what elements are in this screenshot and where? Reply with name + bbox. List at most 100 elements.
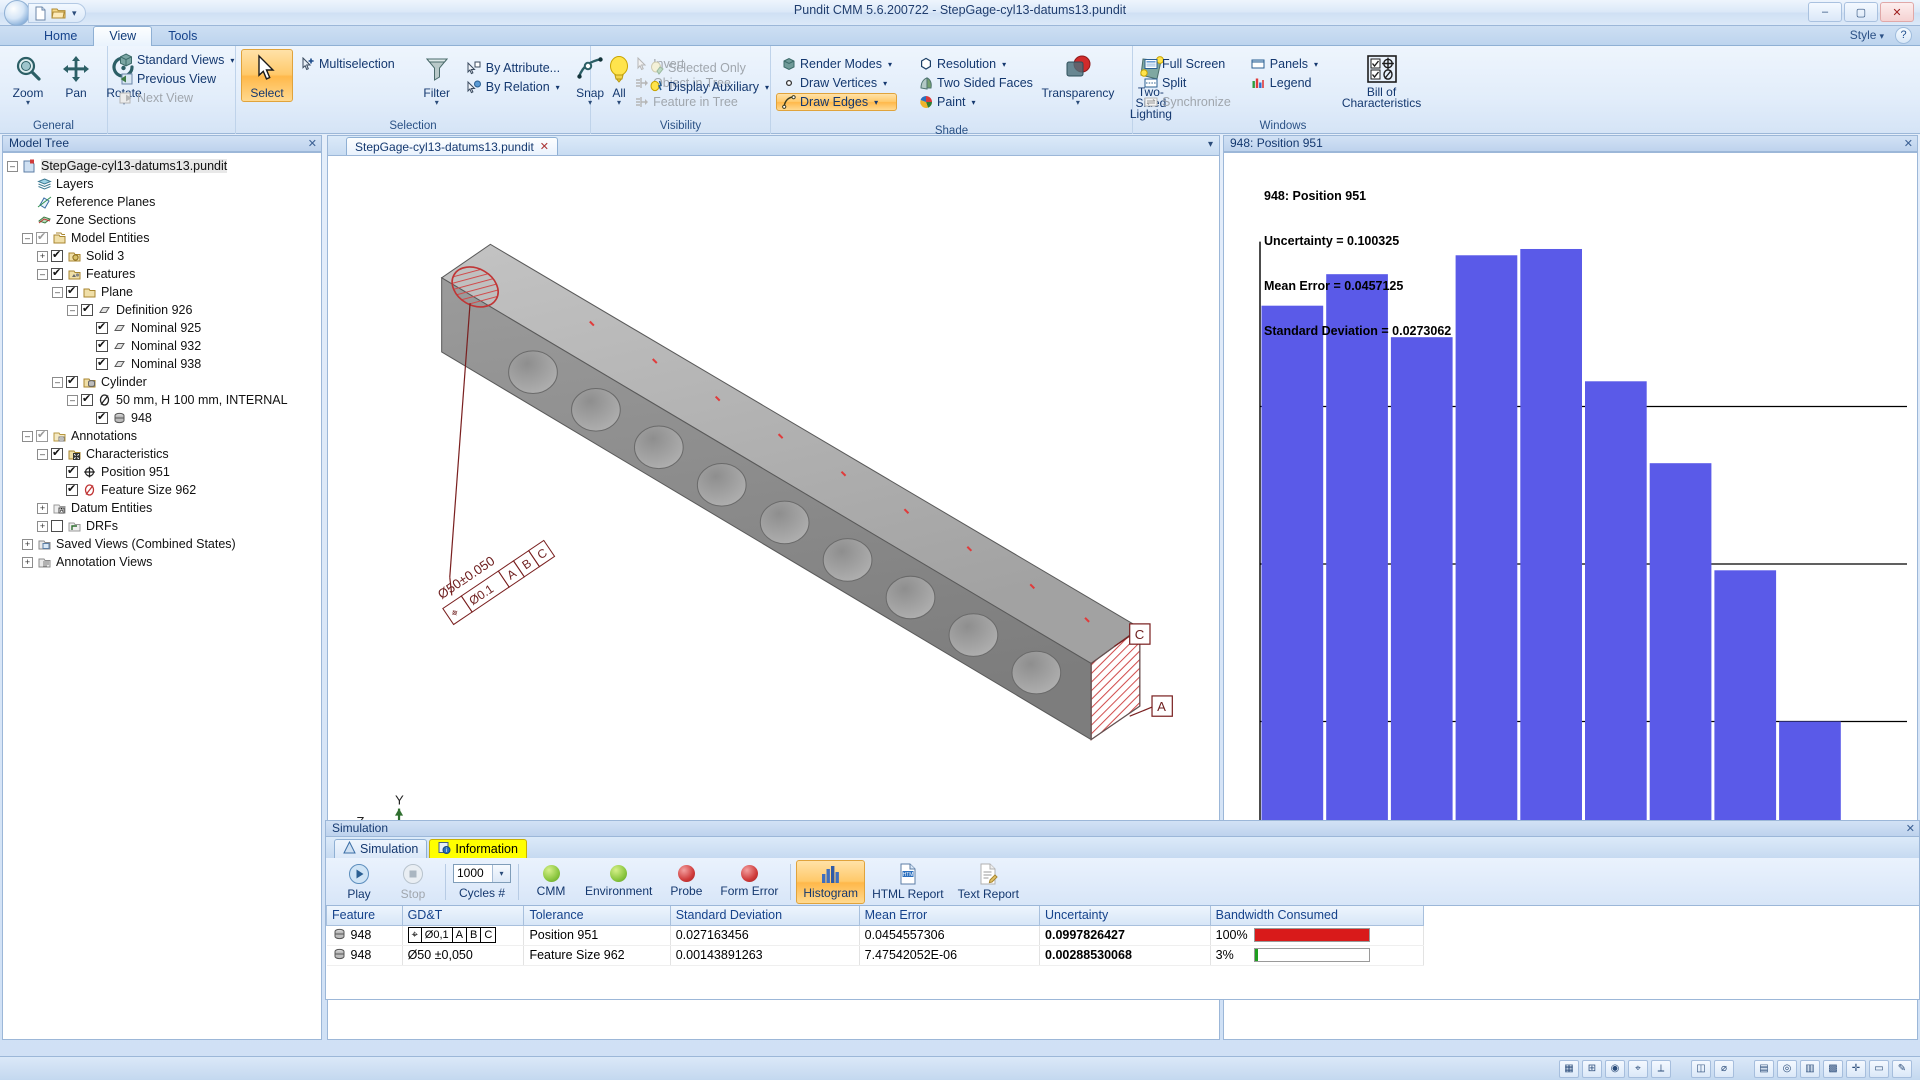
text-report-button[interactable]: Text Report [951, 860, 1026, 904]
globe-icon[interactable]: ◉ [1605, 1059, 1625, 1078]
close-icon[interactable]: ✕ [308, 137, 317, 152]
collapse-toggle-icon[interactable]: – [52, 376, 63, 388]
results-table-container[interactable]: Feature GD&T Tolerance Standard Deviatio… [325, 906, 1920, 1000]
full-screen-button[interactable]: Full Screen [1138, 55, 1236, 73]
display-auxiliary-button[interactable]: Display Auxiliary ▾ [644, 78, 774, 96]
col-tolerance[interactable]: Tolerance [523, 906, 671, 926]
tree-node[interactable]: + Saved Views (Combined States) [7, 535, 321, 553]
viewport-tab[interactable]: StepGage-cyl13-datums13.pundit ✕ [346, 137, 558, 155]
datum-icon[interactable]: ◫ [1691, 1059, 1711, 1078]
standard-views-button[interactable]: Standard Views ▾ [113, 51, 239, 69]
report-icon[interactable]: ▤ [1754, 1059, 1774, 1078]
by-relation-button[interactable]: By Relation ▾ [462, 78, 565, 96]
tab-home[interactable]: Home [28, 26, 93, 46]
close-icon[interactable]: ✕ [1904, 137, 1913, 152]
chart-icon[interactable]: ▥ [1800, 1059, 1820, 1078]
expand-toggle-icon[interactable]: + [22, 556, 33, 568]
tree-node[interactable]: – 50 mm, H 100 mm, INTERNAL [7, 391, 321, 409]
expand-toggle-icon[interactable]: + [22, 538, 33, 550]
tol-icon[interactable]: ⌀ [1714, 1059, 1734, 1078]
visibility-checkbox[interactable] [51, 520, 63, 532]
play-button[interactable]: Play [332, 860, 386, 904]
col-mean-error[interactable]: Mean Error [858, 906, 1041, 926]
cycles-input-wrap[interactable]: ▾ [453, 863, 511, 883]
snap-icon[interactable]: ✛ [1846, 1059, 1866, 1078]
all-visibility-button[interactable]: All ▾ [596, 49, 642, 110]
grid-icon[interactable]: ▦ [1559, 1059, 1579, 1078]
tree-node[interactable]: Feature Size 962 [7, 481, 321, 499]
tree-node[interactable]: Nominal 932 [7, 337, 321, 355]
visibility-checkbox[interactable] [81, 392, 93, 406]
environment-button[interactable]: Environment [578, 860, 659, 904]
tree-node[interactable]: + A Datum Entities [7, 499, 321, 517]
draw-edges-button[interactable]: Draw Edges ▾ [776, 93, 898, 111]
tree-node[interactable]: Nominal 938 [7, 355, 321, 373]
collapse-toggle-icon[interactable]: – [52, 286, 63, 298]
collapse-toggle-icon[interactable]: – [7, 160, 18, 172]
tab-tools[interactable]: Tools [152, 26, 213, 46]
col-uncertainty[interactable]: Uncertainty [1039, 906, 1211, 926]
visibility-checkbox[interactable] [81, 302, 93, 316]
visibility-checkbox[interactable] [66, 374, 78, 388]
collapse-toggle-icon[interactable]: – [37, 268, 48, 280]
visibility-checkbox[interactable] [36, 230, 48, 244]
tree-node[interactable]: Reference Planes [7, 193, 321, 211]
transparency-button[interactable]: Transparency ▾ [1040, 49, 1116, 110]
close-button[interactable]: ✕ [1880, 2, 1914, 22]
layer-icon[interactable]: ▩ [1823, 1059, 1843, 1078]
eye-icon[interactable]: ◎ [1777, 1059, 1797, 1078]
tree-node[interactable]: – Model Entities [7, 229, 321, 247]
tree-node[interactable]: – Features [7, 265, 321, 283]
collapse-toggle-icon[interactable]: – [67, 394, 78, 406]
collapse-toggle-icon[interactable]: – [37, 448, 48, 460]
multiselection-button[interactable]: Multiselection [295, 55, 400, 73]
note-icon[interactable]: ✎ [1892, 1059, 1912, 1078]
table-row[interactable]: 948 Ø50 ±0,050 Feature Size 962 0.001438912… [326, 945, 1425, 966]
split-button[interactable]: Split [1138, 74, 1236, 92]
visibility-checkbox[interactable] [51, 266, 63, 280]
tree-node[interactable]: – Annotations [7, 427, 321, 445]
tab-information[interactable]: i Information [429, 839, 527, 858]
tree-node[interactable]: Nominal 925 [7, 319, 321, 337]
visibility-checkbox[interactable] [66, 464, 78, 478]
tree-node[interactable]: – StepGage-cyl13-datums13.pundit [7, 157, 321, 175]
paint-button[interactable]: Paint ▾ [913, 93, 1038, 111]
tree-node[interactable]: – Characteristics [7, 445, 321, 463]
visibility-checkbox[interactable] [66, 284, 78, 298]
resolution-button[interactable]: Resolution ▾ [913, 55, 1038, 73]
col-standard-deviation[interactable]: Standard Deviation [669, 906, 860, 926]
style-selector[interactable]: Style ▾ [1850, 28, 1884, 42]
tree-node[interactable]: 948 [7, 409, 321, 427]
visibility-checkbox[interactable] [51, 446, 63, 460]
collapse-toggle-icon[interactable]: – [22, 430, 33, 442]
expand-toggle-icon[interactable]: + [37, 520, 48, 532]
ruler-icon[interactable]: ▭ [1869, 1059, 1889, 1078]
tree-node[interactable]: – Cylinder [7, 373, 321, 391]
cycles-dropdown-icon[interactable]: ▾ [492, 864, 510, 882]
tree-icon[interactable]: ⊞ [1582, 1059, 1602, 1078]
visibility-checkbox[interactable] [96, 356, 108, 370]
select-button[interactable]: Select [241, 49, 293, 102]
tree-node[interactable]: + DRFs [7, 517, 321, 535]
close-icon[interactable]: ✕ [1906, 822, 1915, 837]
draw-vertices-button[interactable]: Draw Vertices ▾ [776, 74, 897, 92]
pan-button[interactable]: Pan [53, 49, 99, 102]
bill-of-characteristics-button[interactable]: Bill of Characteristics [1335, 49, 1428, 112]
visibility-checkbox[interactable] [51, 248, 63, 262]
histogram-button[interactable]: Histogram [796, 859, 866, 904]
zoom-button[interactable]: Zoom ▾ [5, 49, 51, 110]
col-bandwidth-consumed[interactable]: Bandwidth Consumed [1209, 906, 1425, 926]
model-tree-body[interactable]: – StepGage-cyl13-datums13.pundit Layers Ref… [2, 152, 322, 1040]
filter-button[interactable]: Filter ▾ [414, 49, 460, 110]
tree-node[interactable]: + Solid 3 [7, 247, 321, 265]
col-feature[interactable]: Feature [326, 906, 403, 926]
visibility-checkbox[interactable] [96, 320, 108, 334]
expand-toggle-icon[interactable]: + [37, 250, 48, 262]
render-modes-button[interactable]: Render Modes ▾ [776, 55, 897, 73]
visibility-checkbox[interactable] [36, 428, 48, 442]
minimize-button[interactable]: – [1808, 2, 1842, 22]
tree-node[interactable]: Position 951 [7, 463, 321, 481]
previous-view-button[interactable]: Previous View [113, 70, 239, 88]
by-attribute-button[interactable]: By Attribute... [462, 59, 565, 77]
maximize-button[interactable]: ▢ [1844, 2, 1878, 22]
